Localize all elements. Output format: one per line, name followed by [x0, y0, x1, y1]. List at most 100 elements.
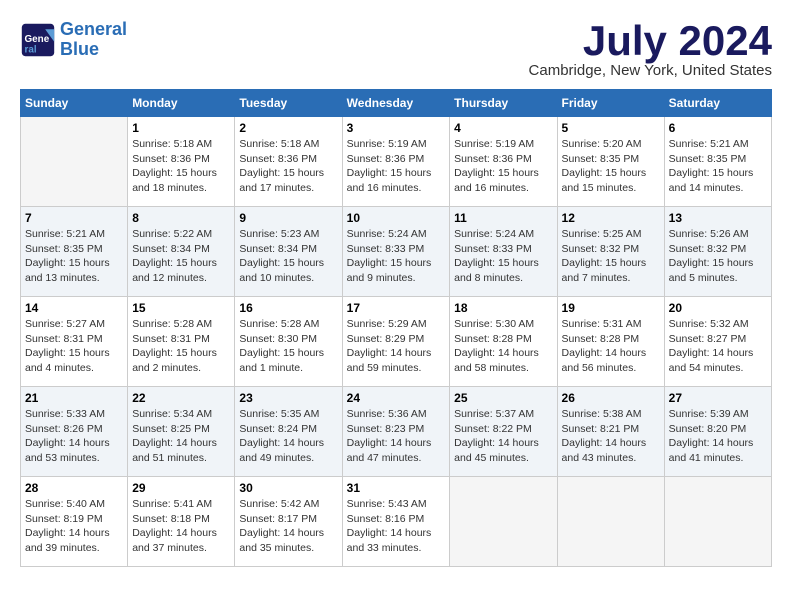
calendar-cell: 8 Sunrise: 5:22 AM Sunset: 8:34 PM Daylig… [128, 207, 235, 297]
calendar-week-row: 21 Sunrise: 5:33 AM Sunset: 8:26 PM Dayli… [21, 387, 772, 477]
day-number: 13 [669, 211, 767, 225]
day-header-sunday: Sunday [21, 90, 128, 117]
svg-text:Gene: Gene [25, 34, 50, 45]
day-header-thursday: Thursday [450, 90, 557, 117]
calendar-cell: 11 Sunrise: 5:24 AM Sunset: 8:33 PM Dayli… [450, 207, 557, 297]
calendar-cell [450, 477, 557, 567]
day-number: 23 [239, 391, 337, 405]
calendar-cell: 26Sunrise: 5:38 AM Sunset: 8:21 PM Dayli… [557, 387, 664, 477]
day-number: 10 [347, 211, 446, 225]
calendar-cell: 7Sunrise: 5:21 AM Sunset: 8:35 PM Daylig… [21, 207, 128, 297]
day-info: Sunrise: 5:34 AM Sunset: 8:25 PM Dayligh… [132, 407, 230, 466]
day-info: Sunrise: 5:39 AM Sunset: 8:20 PM Dayligh… [669, 407, 767, 466]
day-info: Sunrise: 5:42 AM Sunset: 8:17 PM Dayligh… [239, 497, 337, 556]
calendar-cell: 29 Sunrise: 5:41 AM Sunset: 8:18 PM Dayli… [128, 477, 235, 567]
day-number: 19 [562, 301, 660, 315]
day-number: 7 [25, 211, 123, 225]
calendar-cell: 31 Sunrise: 5:43 AM Sunset: 8:16 PM Dayli… [342, 477, 450, 567]
day-info: Sunrise: 5:35 AM Sunset: 8:24 PM Dayligh… [239, 407, 337, 466]
day-header-wednesday: Wednesday [342, 90, 450, 117]
calendar-cell: 1Sunrise: 5:18 AM Sunset: 8:36 PM Daylig… [128, 117, 235, 207]
day-info: Sunrise: 5:29 AM Sunset: 8:29 PM Dayligh… [347, 317, 446, 376]
logo-text: General Blue [60, 20, 127, 60]
day-info: Sunrise: 5:28 AM Sunset: 8:31 PM Dayligh… [132, 317, 230, 376]
calendar-cell: 27 Sunrise: 5:39 AM Sunset: 8:20 PM Dayli… [664, 387, 771, 477]
calendar-cell: 5 Sunrise: 5:20 AM Sunset: 8:35 PM Daylig… [557, 117, 664, 207]
calendar-cell: 9 Sunrise: 5:23 AM Sunset: 8:34 PM Daylig… [235, 207, 342, 297]
day-info: Sunrise: 5:19 AM Sunset: 8:36 PM Dayligh… [454, 137, 552, 196]
calendar-table: SundayMondayTuesdayWednesdayThursdayFrid… [20, 89, 772, 567]
day-number: 24 [347, 391, 446, 405]
logo-icon: Gene ral [20, 22, 56, 58]
calendar-cell: 17 Sunrise: 5:29 AM Sunset: 8:29 PM Dayli… [342, 297, 450, 387]
day-number: 4 [454, 121, 552, 135]
day-number: 17 [347, 301, 446, 315]
day-info: Sunrise: 5:30 AM Sunset: 8:28 PM Dayligh… [454, 317, 552, 376]
svg-text:ral: ral [25, 44, 37, 55]
day-header-monday: Monday [128, 90, 235, 117]
day-info: Sunrise: 5:37 AM Sunset: 8:22 PM Dayligh… [454, 407, 552, 466]
day-header-saturday: Saturday [664, 90, 771, 117]
day-info: Sunrise: 5:32 AM Sunset: 8:27 PM Dayligh… [669, 317, 767, 376]
calendar-cell: 24Sunrise: 5:36 AM Sunset: 8:23 PM Dayli… [342, 387, 450, 477]
calendar-cell: 18 Sunrise: 5:30 AM Sunset: 8:28 PM Dayli… [450, 297, 557, 387]
calendar-cell: 28 Sunrise: 5:40 AM Sunset: 8:19 PM Dayli… [21, 477, 128, 567]
page-header: Gene ral General Blue July 2024 Cambridg… [20, 20, 772, 79]
day-number: 9 [239, 211, 337, 225]
day-number: 12 [562, 211, 660, 225]
day-info: Sunrise: 5:27 AM Sunset: 8:31 PM Dayligh… [25, 317, 123, 376]
calendar-cell: 12Sunrise: 5:25 AM Sunset: 8:32 PM Dayli… [557, 207, 664, 297]
day-info: Sunrise: 5:43 AM Sunset: 8:16 PM Dayligh… [347, 497, 446, 556]
calendar-cell: 14 Sunrise: 5:27 AM Sunset: 8:31 PM Dayli… [21, 297, 128, 387]
calendar-cell [664, 477, 771, 567]
logo-line2: Blue [60, 40, 127, 60]
calendar-week-row: 1Sunrise: 5:18 AM Sunset: 8:36 PM Daylig… [21, 117, 772, 207]
day-info: Sunrise: 5:21 AM Sunset: 8:35 PM Dayligh… [669, 137, 767, 196]
calendar-cell: 15 Sunrise: 5:28 AM Sunset: 8:31 PM Dayli… [128, 297, 235, 387]
day-info: Sunrise: 5:40 AM Sunset: 8:19 PM Dayligh… [25, 497, 123, 556]
calendar-cell [557, 477, 664, 567]
calendar-cell: 13Sunrise: 5:26 AM Sunset: 8:32 PM Dayli… [664, 207, 771, 297]
calendar-week-row: 14 Sunrise: 5:27 AM Sunset: 8:31 PM Dayli… [21, 297, 772, 387]
day-number: 31 [347, 481, 446, 495]
day-header-tuesday: Tuesday [235, 90, 342, 117]
day-info: Sunrise: 5:41 AM Sunset: 8:18 PM Dayligh… [132, 497, 230, 556]
day-number: 25 [454, 391, 552, 405]
day-number: 15 [132, 301, 230, 315]
calendar-cell: 23 Sunrise: 5:35 AM Sunset: 8:24 PM Dayli… [235, 387, 342, 477]
location: Cambridge, New York, United States [529, 62, 772, 79]
day-info: Sunrise: 5:28 AM Sunset: 8:30 PM Dayligh… [239, 317, 337, 376]
calendar-header-row: SundayMondayTuesdayWednesdayThursdayFrid… [21, 90, 772, 117]
day-number: 18 [454, 301, 552, 315]
day-info: Sunrise: 5:31 AM Sunset: 8:28 PM Dayligh… [562, 317, 660, 376]
day-number: 21 [25, 391, 123, 405]
calendar-cell: 10Sunrise: 5:24 AM Sunset: 8:33 PM Dayli… [342, 207, 450, 297]
day-number: 1 [132, 121, 230, 135]
calendar-cell: 22 Sunrise: 5:34 AM Sunset: 8:25 PM Dayli… [128, 387, 235, 477]
day-info: Sunrise: 5:38 AM Sunset: 8:21 PM Dayligh… [562, 407, 660, 466]
day-number: 29 [132, 481, 230, 495]
day-number: 28 [25, 481, 123, 495]
day-number: 22 [132, 391, 230, 405]
day-number: 5 [562, 121, 660, 135]
day-number: 27 [669, 391, 767, 405]
day-number: 14 [25, 301, 123, 315]
day-info: Sunrise: 5:22 AM Sunset: 8:34 PM Dayligh… [132, 227, 230, 286]
calendar-cell: 30Sunrise: 5:42 AM Sunset: 8:17 PM Dayli… [235, 477, 342, 567]
calendar-cell: 2Sunrise: 5:18 AM Sunset: 8:36 PM Daylig… [235, 117, 342, 207]
day-info: Sunrise: 5:24 AM Sunset: 8:33 PM Dayligh… [454, 227, 552, 286]
logo: Gene ral General Blue [20, 20, 127, 60]
calendar-cell: 16 Sunrise: 5:28 AM Sunset: 8:30 PM Dayli… [235, 297, 342, 387]
calendar-cell: 4 Sunrise: 5:19 AM Sunset: 8:36 PM Daylig… [450, 117, 557, 207]
day-number: 6 [669, 121, 767, 135]
day-info: Sunrise: 5:23 AM Sunset: 8:34 PM Dayligh… [239, 227, 337, 286]
day-number: 2 [239, 121, 337, 135]
day-info: Sunrise: 5:33 AM Sunset: 8:26 PM Dayligh… [25, 407, 123, 466]
calendar-week-row: 28 Sunrise: 5:40 AM Sunset: 8:19 PM Dayli… [21, 477, 772, 567]
day-number: 8 [132, 211, 230, 225]
day-number: 11 [454, 211, 552, 225]
calendar-cell: 21 Sunrise: 5:33 AM Sunset: 8:26 PM Dayli… [21, 387, 128, 477]
day-info: Sunrise: 5:20 AM Sunset: 8:35 PM Dayligh… [562, 137, 660, 196]
calendar-cell: 20Sunrise: 5:32 AM Sunset: 8:27 PM Dayli… [664, 297, 771, 387]
day-number: 16 [239, 301, 337, 315]
